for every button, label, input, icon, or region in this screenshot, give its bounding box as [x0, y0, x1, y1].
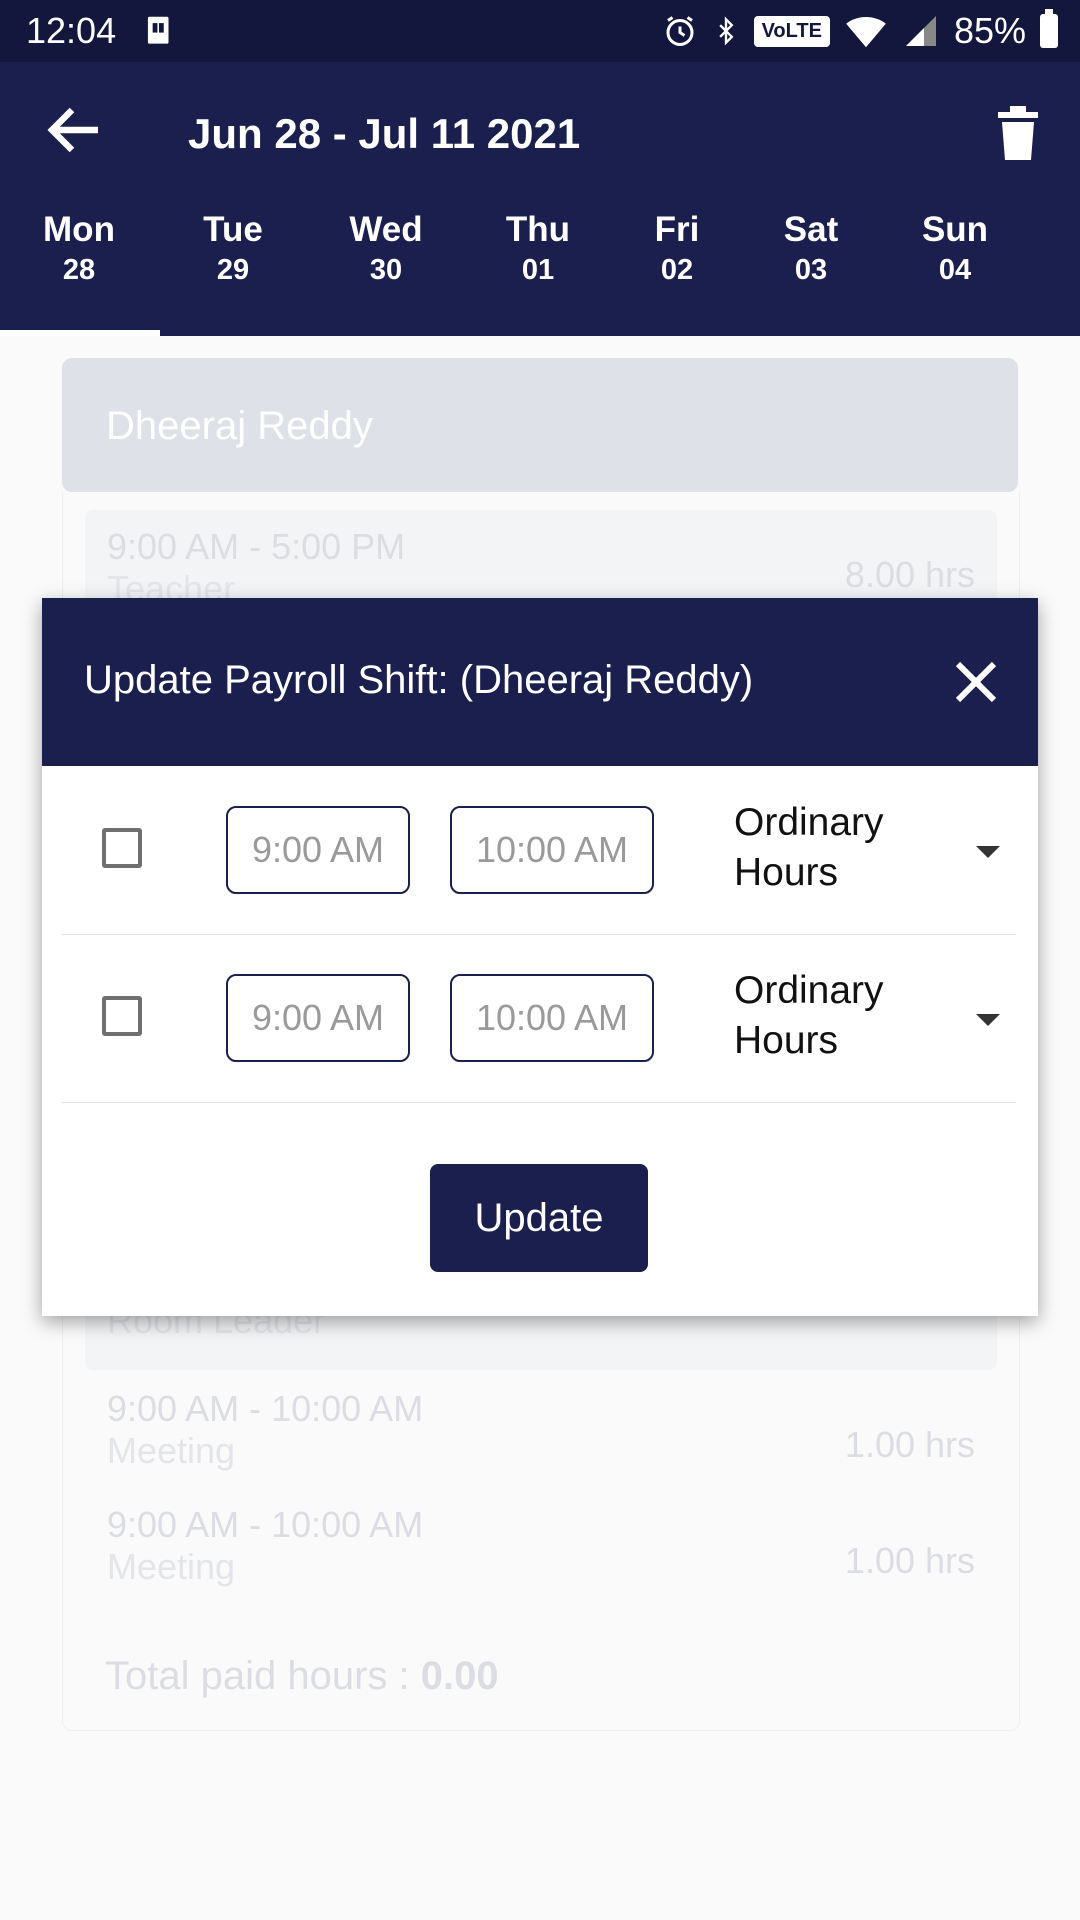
dialog-title: Update Payroll Shift: (Dheeraj Reddy) [84, 658, 754, 702]
end-time-input[interactable]: 10:00 AM [450, 974, 654, 1062]
update-button[interactable]: Update [430, 1164, 648, 1272]
start-time-input[interactable]: 9:00 AM [226, 974, 410, 1062]
close-icon[interactable] [952, 658, 1000, 706]
shift-checkbox[interactable] [102, 996, 142, 1036]
dialog-header: Update Payroll Shift: (Dheeraj Reddy) [42, 598, 1038, 766]
hours-type-select[interactable]: Ordinary Hours [734, 966, 934, 1066]
dropdown-caret-icon[interactable] [976, 1014, 1000, 1026]
update-payroll-dialog: Update Payroll Shift: (Dheeraj Reddy) 9:… [42, 598, 1038, 1316]
dropdown-caret-icon[interactable] [976, 846, 1000, 858]
hours-type-select[interactable]: Ordinary Hours [734, 798, 934, 898]
shift-row: 9:00 AM 10:00 AM Ordinary Hours [62, 766, 1016, 935]
shift-checkbox[interactable] [102, 828, 142, 868]
end-time-input[interactable]: 10:00 AM [450, 806, 654, 894]
shift-row: 9:00 AM 10:00 AM Ordinary Hours [62, 934, 1016, 1103]
start-time-input[interactable]: 9:00 AM [226, 806, 410, 894]
